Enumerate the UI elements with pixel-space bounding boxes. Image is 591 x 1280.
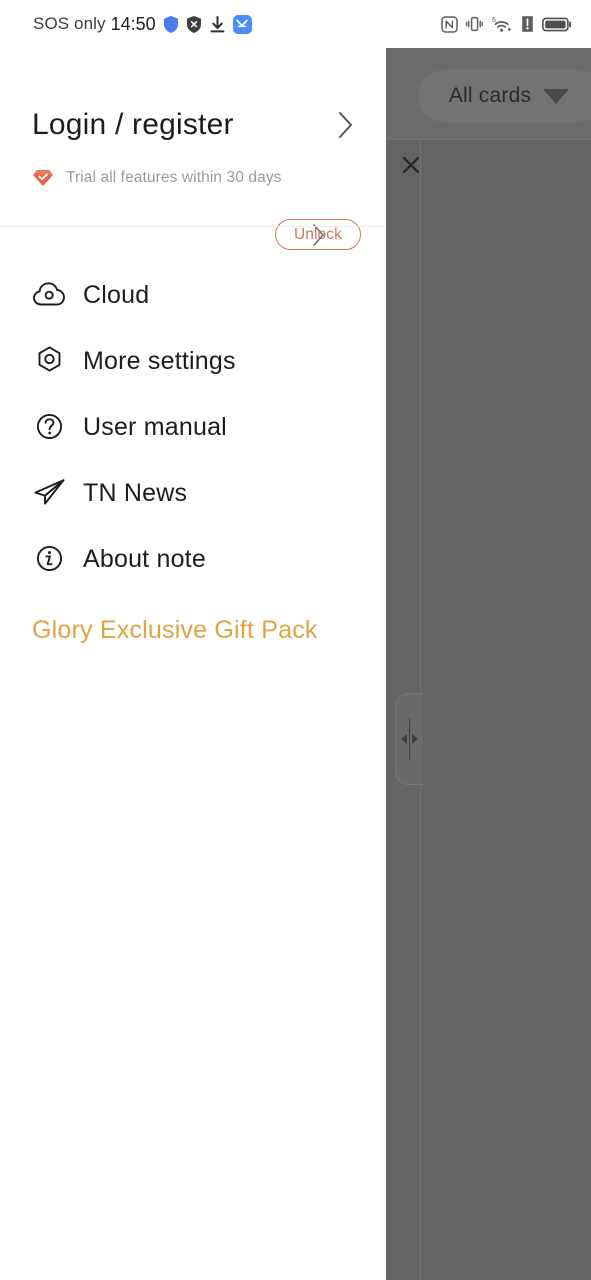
cloud-icon (32, 280, 70, 310)
resize-handle-icon (400, 718, 419, 760)
panel-resize-handle[interactable] (395, 693, 423, 785)
menu-item-label: User manual (83, 412, 227, 441)
menu-item-about-note[interactable]: About note (0, 526, 386, 592)
shield-x-icon (186, 15, 201, 33)
carrier-label: SOS only (33, 14, 106, 33)
menu-item-user-manual[interactable]: User manual (0, 394, 386, 460)
status-bar-right: 6 (441, 0, 572, 48)
menu-item-label: More settings (83, 346, 236, 375)
chevron-right-icon (412, 734, 419, 744)
status-bar: SOS only 14:50 6 (0, 0, 591, 48)
phone-screen: All cards Login / register Trial all fea… (0, 0, 591, 1280)
close-icon (402, 156, 420, 174)
chevron-right-icon (339, 112, 352, 138)
close-button[interactable] (394, 148, 428, 182)
chevron-left-icon (400, 734, 407, 744)
menu-item-label: TN News (83, 478, 188, 507)
wifi-6-icon: 6 (492, 17, 511, 32)
account-section: Login / register Trial all features with… (0, 48, 386, 250)
info-circle-icon (32, 543, 70, 575)
battery-icon (542, 17, 571, 31)
menu-item-cloud[interactable]: Cloud (0, 262, 386, 328)
caret-down-icon (543, 88, 570, 104)
app-header-divider (386, 139, 591, 140)
nfc-icon (441, 15, 458, 33)
paper-plane-icon (32, 477, 70, 509)
download-icon (210, 15, 225, 32)
gem-check-icon (33, 170, 53, 186)
sim-alert-icon (522, 16, 533, 32)
handle-bar (408, 718, 411, 760)
app-glyph-icon (236, 19, 248, 28)
trial-text: Trial all features within 30 days (66, 169, 282, 186)
svg-text:6: 6 (492, 17, 496, 24)
dimmed-app-scrim[interactable]: All cards (386, 48, 591, 1280)
all-cards-filter-dropdown[interactable]: All cards (418, 70, 591, 122)
navigation-drawer: Login / register Trial all features with… (0, 0, 386, 1280)
menu-item-tn-news[interactable]: TN News (0, 460, 386, 526)
vibrate-icon (466, 16, 483, 32)
status-bar-left: SOS only 14:50 (33, 0, 252, 48)
menu-item-label: About note (83, 544, 206, 573)
menu-item-more-settings[interactable]: More settings (0, 328, 386, 394)
login-register-label: Login / register (32, 108, 234, 141)
trial-row[interactable]: Trial all features within 30 days (32, 168, 282, 188)
menu-item-label: Cloud (83, 280, 150, 309)
hexagon-gear-icon (32, 345, 70, 377)
question-circle-icon (32, 411, 70, 443)
app-icon (232, 14, 252, 34)
clock-label: 14:50 (110, 13, 156, 34)
all-cards-label: All cards (448, 84, 532, 107)
drawer-menu: Cloud More settings User manual TN News … (0, 226, 386, 592)
glory-gift-pack-link[interactable]: Glory Exclusive Gift Pack (32, 616, 318, 645)
shield-icon (163, 15, 178, 33)
login-register-row[interactable]: Login / register (32, 108, 356, 142)
